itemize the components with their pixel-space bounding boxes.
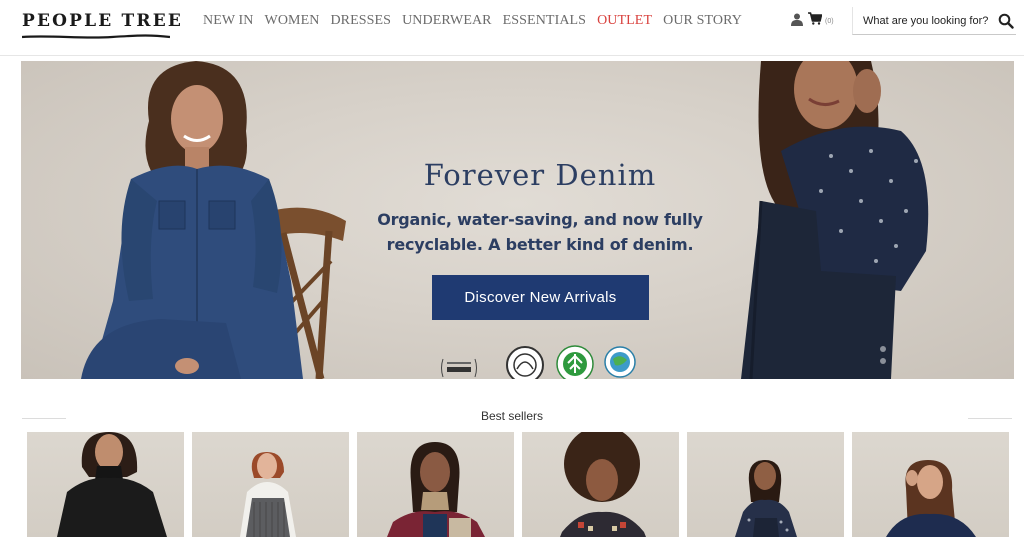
product-card-black-roll-neck-top[interactable] (27, 432, 184, 537)
divider-right (968, 418, 1012, 419)
search-bar (852, 7, 1016, 35)
nav-item-new-in[interactable]: NEW IN (203, 13, 254, 29)
product-image (57, 432, 167, 537)
main-nav: NEW IN WOMEN DRESSES UNDERWEAR ESSENTIAL… (203, 13, 742, 29)
product-image (560, 432, 646, 537)
search-icon[interactable] (998, 13, 1014, 29)
product-card-printed-shirt-dungarees[interactable] (687, 432, 844, 537)
nav-item-essentials[interactable]: ESSENTIALS (503, 13, 586, 29)
search-input[interactable] (863, 12, 989, 30)
hero-subtitle-line-2: recyclable. A better kind of denim. (386, 235, 694, 254)
site-header: PEOPLE TREE NEW IN WOMEN DRESSES UNDERWE… (0, 0, 1024, 56)
product-card-patchwork-knit-jumper[interactable] (357, 432, 514, 537)
discover-new-arrivals-button[interactable]: Discover New Arrivals (432, 275, 649, 320)
product-image (735, 460, 797, 537)
product-card-navy-knit-jumper[interactable] (852, 432, 1009, 537)
hero-text: Forever Denim Organic, water-saving, and… (361, 157, 719, 257)
product-image (886, 460, 976, 537)
logo-text: PEOPLE TREE (22, 11, 184, 31)
wfto-logo-icon (604, 346, 636, 378)
product-image (387, 442, 485, 537)
hero-title: Forever Denim (423, 158, 657, 192)
hero-subtitle: Organic, water-saving, and now fully rec… (361, 207, 719, 257)
cart-count: (0) (825, 17, 834, 25)
user-icon[interactable] (791, 13, 803, 26)
vegan-logo-icon (441, 358, 477, 378)
product-card-fair-isle-cardigan[interactable] (522, 432, 679, 537)
logo-underline-icon (22, 34, 170, 39)
nav-item-outlet[interactable]: OUTLET (597, 13, 652, 29)
nav-item-women[interactable]: WOMEN (265, 13, 320, 29)
cart-button[interactable]: (0) (808, 12, 834, 25)
nav-item-our-story[interactable]: OUR STORY (663, 13, 742, 29)
best-sellers-title: Best sellers (480, 409, 544, 423)
nav-item-underwear[interactable]: UNDERWEAR (402, 13, 492, 29)
hero-banner[interactable]: Forever Denim Organic, water-saving, and… (21, 61, 1014, 379)
gots-logo-icon (556, 345, 594, 379)
soil-association-logo-icon (506, 346, 544, 379)
hero-subtitle-line-1: Organic, water-saving, and now fully (377, 210, 703, 229)
hero-image-left-model (81, 61, 346, 379)
product-card-grey-pinafore-dress[interactable] (192, 432, 349, 537)
cart-icon (808, 12, 822, 25)
hero-image-right-model (741, 61, 929, 379)
nav-item-dresses[interactable]: DRESSES (330, 13, 391, 29)
product-image (240, 452, 296, 537)
people-tree-logo[interactable]: PEOPLE TREE (22, 9, 184, 39)
